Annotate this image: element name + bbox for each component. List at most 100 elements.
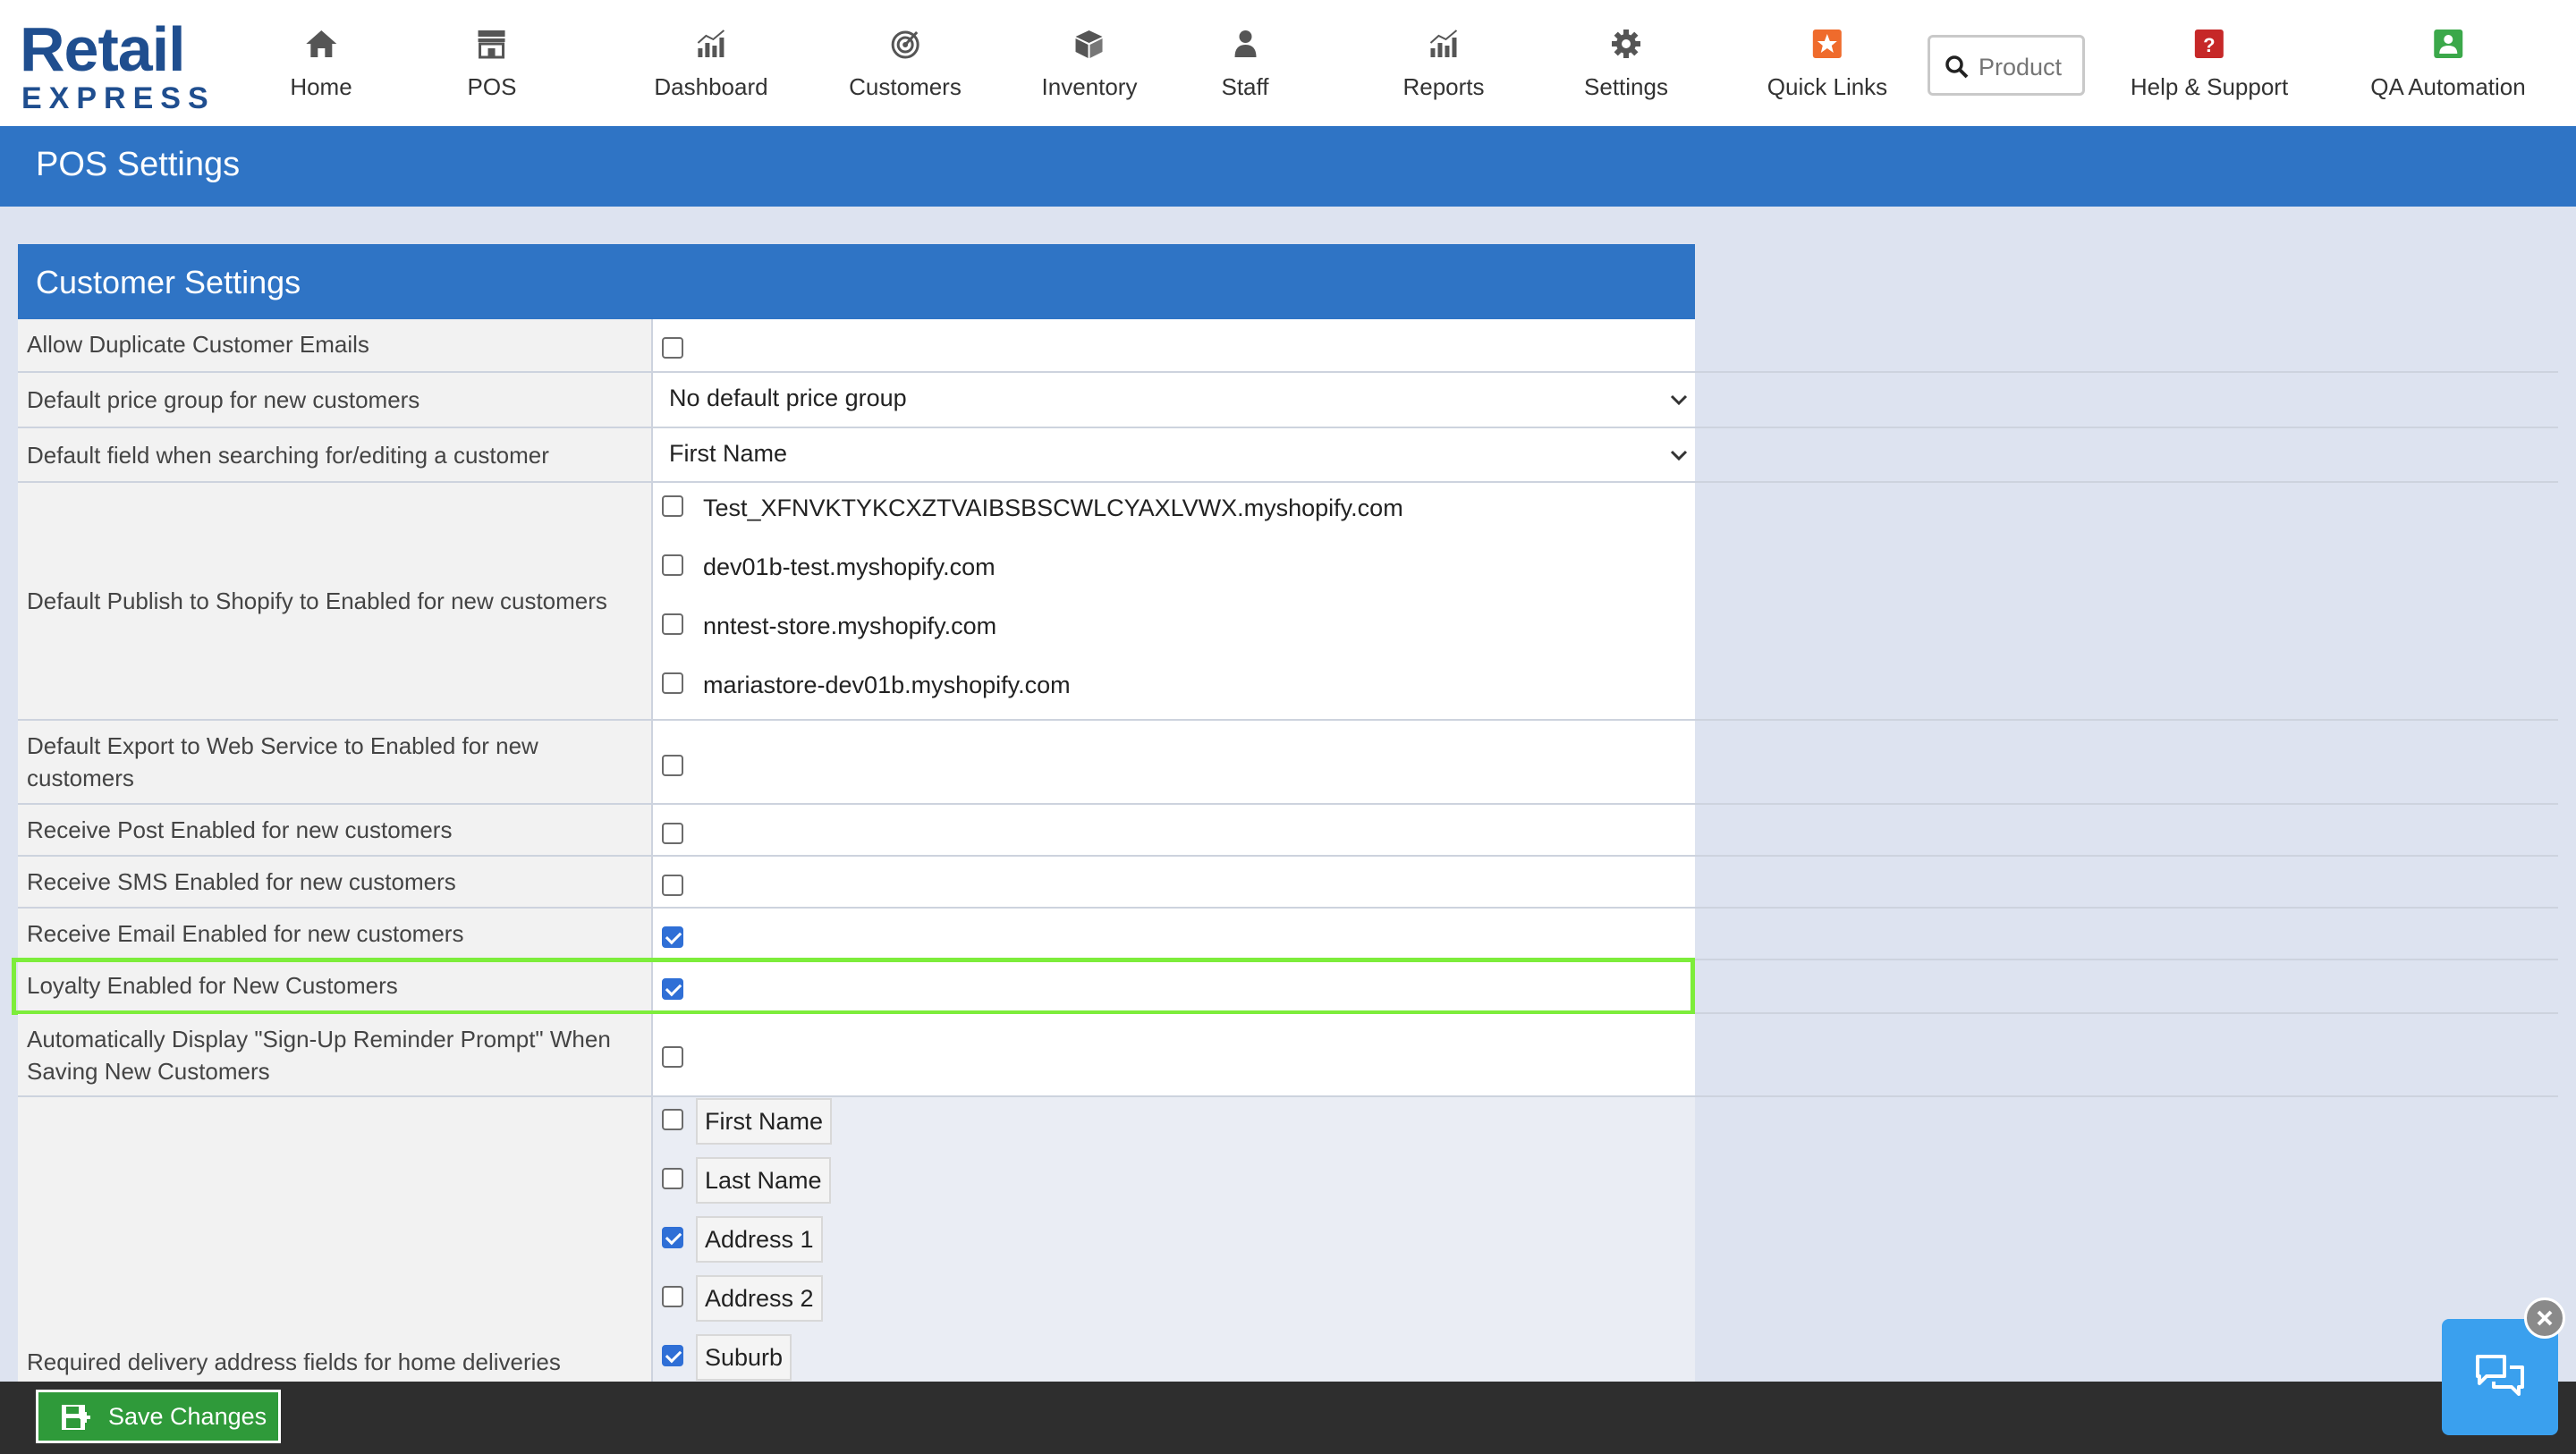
delivery-field-chip: Last Name [696, 1157, 831, 1204]
question-icon: ? [2194, 30, 2224, 58]
shopify-store-label: mariastore-dev01b.myshopify.com [703, 672, 1071, 698]
target-icon [891, 30, 919, 59]
chat-icon [2476, 1355, 2524, 1396]
nav-staff[interactable]: Staff [1221, 0, 1269, 126]
save-icon [62, 1405, 90, 1430]
nav-home[interactable]: Home [290, 0, 352, 126]
receive-post-checkbox[interactable] [662, 823, 683, 844]
top-navigation: Retail EXPRESS Home POS Dashboard Custom… [0, 0, 2576, 127]
signup-reminder-checkbox[interactable] [662, 1046, 683, 1068]
nav-reports[interactable]: Reports [1402, 0, 1485, 126]
nav-dashboard[interactable]: Dashboard [654, 0, 768, 126]
setting-value-cell [653, 1014, 1695, 1095]
person-icon [1233, 30, 1256, 57]
store-icon [478, 30, 505, 59]
setting-label-cell: Receive Post Enabled for new customers [18, 805, 653, 855]
nav-label: Staff [1221, 73, 1269, 100]
nav-help-support[interactable]: ? Help & Support [2131, 0, 2288, 126]
star-icon [1812, 30, 1842, 58]
shopify-store-checkbox[interactable] [662, 672, 683, 694]
nav-label: POS [467, 73, 517, 100]
price-group-value: No default price group [669, 385, 907, 411]
gear-icon [1611, 30, 1640, 58]
home-icon [305, 30, 336, 57]
setting-value-cell [653, 909, 1695, 959]
shopify-store-checkbox[interactable] [662, 495, 683, 517]
logo-line2: EXPRESS [21, 81, 216, 115]
nav-label: Settings [1584, 73, 1668, 100]
product-search-input[interactable] [1977, 48, 2079, 86]
setting-label-cell: Default price group for new customers [18, 373, 653, 427]
setting-value-cell [653, 319, 1695, 371]
search-field-value: First Name [669, 440, 788, 467]
delivery-field-checkbox[interactable] [662, 1227, 683, 1248]
delivery-field-checkbox[interactable] [662, 1109, 683, 1130]
chart-icon [1429, 30, 1457, 57]
receive-email-checkbox[interactable] [662, 926, 683, 948]
setting-value-cell [653, 721, 1695, 803]
setting-label: Default price group for new customers [27, 386, 420, 413]
search-field-select[interactable] [653, 428, 1695, 481]
save-changes-button[interactable]: Save Changes [36, 1390, 281, 1443]
delivery-field-chip: First Name [696, 1098, 833, 1145]
shopify-store-checkbox[interactable] [662, 613, 683, 635]
receive-sms-checkbox[interactable] [662, 875, 683, 896]
setting-label-cell: Default Export to Web Service to Enabled… [18, 721, 653, 803]
panel-title: Customer Settings [36, 264, 301, 300]
setting-label: Receive Email Enabled for new customers [27, 920, 464, 947]
nav-qa-automation[interactable]: QA Automation [2370, 0, 2526, 126]
shopify-store-label: Test_XFNVKTYKCXZTVAIBSBSCWLCYAXLVWX.mysh… [703, 495, 1403, 521]
delivery-field-checkbox[interactable] [662, 1168, 683, 1189]
logo-line1: Retail [20, 14, 186, 84]
setting-label-cell: Loyalty Enabled for New Customers [18, 960, 653, 1012]
setting-value-cell [653, 805, 1695, 855]
search-icon [1945, 55, 1969, 79]
nav-label: Inventory [1041, 73, 1138, 100]
nav-inventory[interactable]: Inventory [1041, 0, 1138, 126]
chevron-down-icon [1670, 450, 1688, 461]
nav-label: Quick Links [1767, 73, 1888, 100]
nav-customers[interactable]: Customers [849, 0, 962, 126]
setting-label: Loyalty Enabled for New Customers [27, 972, 398, 999]
setting-label: Required delivery address fields for hom… [27, 1348, 561, 1375]
product-search-box[interactable] [1928, 35, 2085, 96]
save-changes-label: Save Changes [108, 1403, 267, 1430]
export-web-service-checkbox[interactable] [662, 755, 683, 776]
nav-quick-links[interactable]: Quick Links [1767, 0, 1887, 126]
delivery-field-checkbox[interactable] [662, 1286, 683, 1307]
nav-label: QA Automation [2370, 73, 2526, 100]
nav-label: Reports [1402, 73, 1485, 100]
delivery-field-chip: Address 2 [696, 1275, 823, 1322]
setting-label-cell: Receive Email Enabled for new customers [18, 909, 653, 959]
page-title: POS Settings [36, 146, 241, 183]
shopify-store-label: nntest-store.myshopify.com [703, 613, 997, 639]
user-badge-icon [2433, 30, 2462, 58]
setting-label: Default Publish to Shopify to Enabled fo… [27, 588, 607, 614]
setting-label-cell: Default Publish to Shopify to Enabled fo… [18, 483, 653, 719]
nav-settings[interactable]: Settings [1584, 0, 1668, 126]
close-icon [2537, 1310, 2553, 1326]
setting-label: Default Export to Web Service to Enabled… [27, 732, 538, 791]
setting-label-cell: Default field when searching for/editing… [18, 428, 653, 481]
chevron-down-icon [1670, 394, 1688, 406]
shopify-store-label: dev01b-test.myshopify.com [703, 554, 996, 580]
svg-text:?: ? [2203, 34, 2215, 56]
customer-settings-header: Customer Settings [18, 244, 1695, 319]
nav-label: Dashboard [654, 73, 768, 100]
setting-value-cell [653, 857, 1695, 907]
chat-close-button[interactable] [2524, 1298, 2565, 1339]
allow-duplicate-emails-checkbox[interactable] [662, 337, 683, 359]
page-header: POS Settings [0, 126, 2576, 207]
nav-label: Home [290, 73, 352, 100]
retail-express-logo[interactable]: Retail EXPRESS [20, 14, 208, 115]
setting-value-cell [653, 960, 1695, 1012]
delivery-field-checkbox[interactable] [662, 1345, 683, 1366]
box-icon [1075, 30, 1103, 58]
setting-label: Receive SMS Enabled for new customers [27, 868, 456, 895]
setting-label-cell: Receive SMS Enabled for new customers [18, 857, 653, 907]
setting-label: Allow Duplicate Customer Emails [27, 331, 369, 358]
loyalty-enabled-checkbox[interactable] [662, 978, 683, 1000]
nav-pos[interactable]: POS [467, 0, 517, 126]
setting-label-cell: Automatically Display "Sign-Up Reminder … [18, 1014, 653, 1095]
shopify-store-checkbox[interactable] [662, 554, 683, 576]
